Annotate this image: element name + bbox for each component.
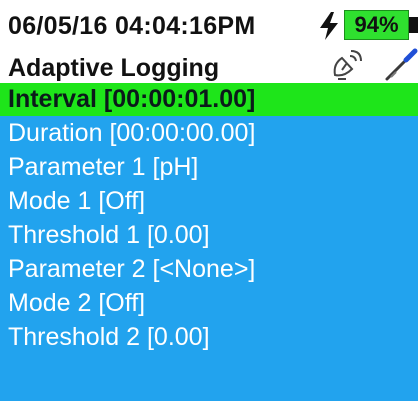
battery-percent: 94% — [354, 12, 399, 37]
screen-title: Adaptive Logging — [8, 54, 220, 82]
menu-item-interval[interactable]: Interval [00:00:01.00] — [0, 83, 418, 116]
menu-item-duration[interactable]: Duration [00:00:00.00] — [0, 117, 418, 150]
menu-item-threshold-2[interactable]: Threshold 2 [0.00] — [0, 321, 418, 354]
datetime-display: 06/05/16 04:04:16PM — [8, 12, 256, 40]
status-header: 06/05/16 04:04:16PM 94% Adaptive Logging — [0, 0, 418, 82]
menu-item-mode-1[interactable]: Mode 1 [Off] — [0, 185, 418, 218]
menu-item-parameter-1[interactable]: Parameter 1 [pH] — [0, 151, 418, 184]
probe-icon — [385, 48, 418, 81]
menu-item-mode-2[interactable]: Mode 2 [Off] — [0, 287, 418, 320]
satellite-icon — [333, 50, 362, 80]
menu-item-threshold-1[interactable]: Threshold 1 [0.00] — [0, 219, 418, 252]
battery-terminal — [409, 17, 418, 33]
device-screen: 06/05/16 04:04:16PM 94% Adaptive Logging… — [0, 0, 418, 401]
settings-menu: Interval [00:00:01.00] Duration [00:00:0… — [0, 83, 418, 401]
charging-bolt-icon — [320, 12, 338, 40]
battery-icon: 94% — [344, 10, 409, 40]
menu-item-parameter-2[interactable]: Parameter 2 [<None>] — [0, 253, 418, 286]
